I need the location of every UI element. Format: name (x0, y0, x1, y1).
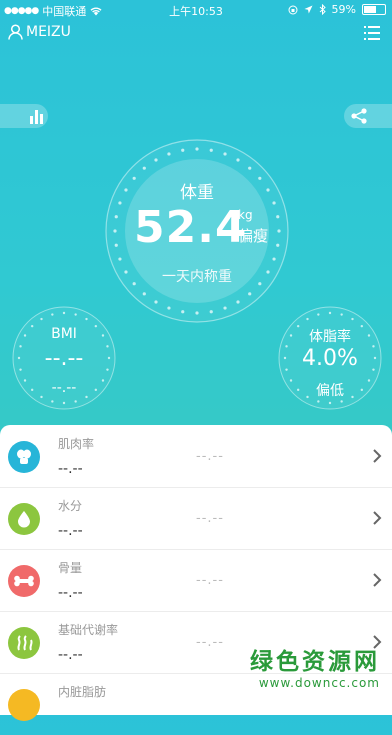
metric-label: 内脏脂肪 (58, 685, 107, 699)
orientation-lock-icon (288, 5, 298, 14)
metric-row-bone[interactable]: 骨量 --.-- --.-- (0, 549, 392, 612)
watermark: 绿色资源网 www.downcc.com (250, 642, 380, 690)
chevron-right-icon (373, 449, 382, 463)
weight-note: 一天内称重 (162, 269, 232, 285)
username: MEIZU (26, 24, 71, 40)
metric-range: --.-- (196, 635, 224, 650)
weight-status: 偏瘦 (238, 227, 269, 245)
bmi-panel[interactable]: BMI --.-- --.-- (12, 306, 116, 410)
visceral-fat-icon (8, 689, 40, 721)
user-icon (8, 24, 23, 40)
metric-value: --.-- (58, 647, 83, 663)
body-fat-title: 体脂率 (309, 329, 351, 345)
metric-value: --.-- (58, 523, 83, 539)
watermark-title: 绿色资源网 (250, 649, 380, 675)
metric-row-muscle[interactable]: 肌肉率 --.-- --.-- (0, 425, 392, 488)
chevron-right-icon (373, 573, 382, 587)
metabolism-icon (8, 627, 40, 659)
watermark-url: www.downcc.com (258, 676, 380, 690)
metric-range: --.-- (196, 511, 224, 526)
bone-icon (8, 565, 40, 597)
body-fat-value: 4.0% (302, 346, 358, 371)
weight-title: 体重 (180, 183, 214, 203)
weight-unit: kg (238, 208, 253, 222)
share-button[interactable] (344, 104, 392, 128)
battery-icon (362, 4, 386, 15)
status-bar: ●●●●● 中国联通 上午10:53 59% (0, 0, 392, 20)
muscle-icon (8, 441, 40, 473)
chevron-right-icon (373, 511, 382, 525)
water-icon (8, 503, 40, 535)
history-chart-button[interactable] (0, 104, 48, 128)
metric-row-water[interactable]: 水分 --.-- --.-- (0, 487, 392, 550)
menu-icon[interactable] (362, 23, 382, 43)
metric-label: 水分 (58, 499, 83, 513)
metric-label: 肌肉率 (58, 437, 95, 451)
metric-value: --.-- (58, 585, 83, 601)
weight-panel[interactable]: 体重 52.4 kg 偏瘦 一天内称重 (104, 138, 290, 324)
bmi-value: --.-- (44, 346, 84, 371)
share-icon (351, 108, 367, 124)
bluetooth-icon (319, 4, 326, 15)
bar-chart-icon (30, 110, 43, 124)
weight-value: 52.4 (134, 202, 247, 253)
body-fat-panel[interactable]: 体脂率 4.0% 偏低 (278, 306, 382, 410)
body-fat-status: 偏低 (316, 383, 344, 399)
top-bar: MEIZU (0, 20, 392, 48)
metric-label: 骨量 (58, 561, 83, 575)
location-icon (304, 5, 313, 14)
metric-range: --.-- (196, 449, 224, 464)
bmi-sub: --.-- (51, 380, 77, 396)
bmi-title: BMI (51, 326, 77, 342)
user-profile-button[interactable]: MEIZU (8, 24, 71, 40)
metric-label: 基础代谢率 (58, 623, 119, 637)
metric-value: --.-- (58, 461, 83, 477)
metric-range: --.-- (196, 573, 224, 588)
battery-percent: 59% (331, 3, 356, 16)
